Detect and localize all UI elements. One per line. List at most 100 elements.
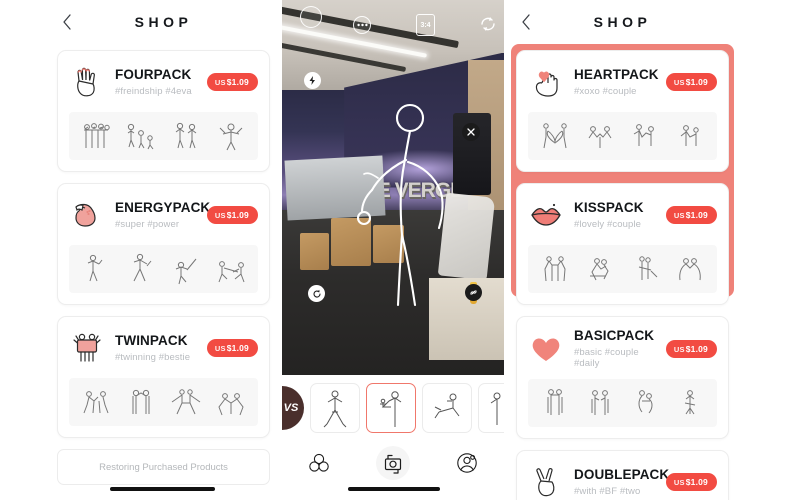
pack-header: TWINPACK #twinning #bestie US$1.09 [69, 328, 258, 368]
pack-list-right[interactable]: HEARTPACK #xoxo #couple US$1.09 KISSPACK… [504, 44, 741, 500]
carousel-thumb-0[interactable] [310, 383, 360, 433]
sticker-thumb [625, 249, 665, 289]
flash-icon [309, 76, 315, 85]
sticker-thumb [166, 116, 206, 156]
price-currency: US [673, 344, 685, 354]
app-screenshot: SHOP FOURPACK #freindship #4eva US$1.09 … [0, 0, 785, 500]
sticker-thumb [166, 382, 206, 422]
pack-tags: #with #BF #two [574, 486, 641, 498]
price-amount: $1.09 [685, 343, 708, 354]
pack-card-energypack[interactable]: ENERGYPACK #super #power US$1.09 [57, 183, 270, 305]
sticker-thumb [535, 249, 575, 289]
back-button-left[interactable] [59, 14, 75, 30]
sticker-thumb [121, 249, 161, 289]
sticker-thumb [625, 116, 665, 156]
pack-card-twinpack[interactable]: TWINPACK #twinning #bestie US$1.09 [57, 316, 270, 438]
sticker-thumb [535, 383, 575, 423]
pack-card-doublepack[interactable]: DOUBLEPACK #with #BF #two US$1.09 [516, 450, 729, 500]
rotate-camera-button[interactable] [478, 14, 498, 34]
sticker-thumb [625, 383, 665, 423]
aspect-ratio-button[interactable]: 3:4 [416, 14, 435, 36]
pack-meta: FOURPACK #freindship #4eva [115, 67, 197, 97]
sticker-preview-strip [69, 245, 258, 293]
price-currency: US [673, 78, 685, 87]
four-fingers-hand-icon [69, 63, 105, 101]
detach-sticker-button[interactable] [465, 284, 482, 301]
more-dots-icon[interactable] [300, 6, 322, 28]
back-button-right[interactable] [518, 14, 534, 30]
pose-squat-icon [323, 390, 347, 428]
pack-card-basicpack[interactable]: BASICPACK #basic #couple #daily US$1.09 [516, 316, 729, 440]
price-badge-fourpack[interactable]: US$1.09 [206, 73, 258, 91]
sticker-thumb [76, 382, 116, 422]
bottom-navigation[interactable] [282, 441, 504, 485]
sticker-thumb [211, 249, 251, 289]
price-badge-heartpack[interactable]: US$1.09 [665, 73, 717, 91]
aspect-ratio-label: 3:4 [420, 21, 431, 29]
nav-profile-button[interactable] [450, 446, 484, 480]
pack-card-kisspack[interactable]: KISSPACK #lovely #couple US$1.09 [516, 183, 729, 305]
sticker-preview-strip [528, 245, 717, 293]
price-badge-doublepack[interactable]: US$1.09 [665, 473, 717, 492]
shop-panel-right: SHOP HEARTPACK #xoxo #couple US$1.09 KIS… [504, 0, 741, 500]
pack-tags: #lovely #couple [574, 219, 641, 231]
nav-packs-button[interactable] [302, 446, 336, 480]
sticker-thumb [76, 116, 116, 156]
pack-list-left[interactable]: FOURPACK #freindship #4eva US$1.09 ENERG… [45, 44, 282, 500]
price-badge-twinpack[interactable]: US$1.09 [206, 339, 258, 357]
shop-panel-left: SHOP FOURPACK #freindship #4eva US$1.09 … [45, 0, 282, 500]
price-amount: $1.09 [226, 343, 249, 353]
packs-circles-icon [309, 453, 329, 472]
sticker-carousel[interactable]: VS [282, 375, 504, 441]
price-amount: $1.09 [226, 77, 249, 87]
detach-sticker-icon [470, 290, 477, 295]
lips-icon [528, 196, 564, 234]
pack-meta: ENERGYPACK #super #power [115, 200, 210, 230]
page-title: SHOP [593, 14, 652, 30]
scene-box-1 [330, 217, 371, 267]
price-badge-energypack[interactable]: US$1.09 [206, 206, 258, 224]
price-amount: $1.09 [685, 77, 708, 87]
camera-more-button[interactable] [353, 16, 371, 34]
price-amount: $1.09 [226, 210, 249, 220]
shop-header-left: SHOP [45, 0, 282, 44]
close-sticker-button[interactable] [462, 123, 480, 141]
sticker-thumb [535, 116, 575, 156]
pack-header: KISSPACK #lovely #couple US$1.09 [528, 195, 717, 235]
scene-box-2 [373, 225, 405, 263]
pack-meta: DOUBLEPACK #with #BF #two [574, 467, 670, 498]
twin-people-icon [69, 329, 105, 367]
nav-camera-button[interactable] [376, 446, 410, 480]
scene-desk [284, 154, 386, 221]
sticker-thumb [580, 116, 620, 156]
pack-header: FOURPACK #freindship #4eva US$1.09 [69, 62, 258, 102]
price-amount: $1.09 [685, 210, 708, 220]
carousel-thumb-1[interactable] [366, 383, 416, 433]
home-indicator-mid [348, 487, 440, 491]
sticker-thumb [211, 382, 251, 422]
price-currency: US [673, 478, 685, 488]
restore-purchases-button[interactable]: Restoring Purchased Products [57, 449, 270, 485]
sticker-thumb [211, 116, 251, 156]
page-title: SHOP [134, 14, 193, 30]
carousel-thumb-3[interactable] [478, 383, 504, 433]
pack-card-heartpack[interactable]: HEARTPACK #xoxo #couple US$1.09 [516, 50, 729, 172]
carousel-thumb-2[interactable] [422, 383, 472, 433]
pack-meta: KISSPACK #lovely #couple [574, 200, 656, 230]
carousel-badge-label: VS [283, 402, 299, 414]
pack-name: DOUBLEPACK [574, 467, 670, 483]
price-badge-kisspack[interactable]: US$1.09 [665, 206, 717, 224]
flash-button[interactable] [304, 72, 321, 89]
sticker-thumb [121, 116, 161, 156]
price-badge-basicpack[interactable]: US$1.09 [665, 339, 717, 358]
pack-card-fourpack[interactable]: FOURPACK #freindship #4eva US$1.09 [57, 50, 270, 172]
pack-name: KISSPACK [574, 199, 644, 215]
sticker-thumb [580, 383, 620, 423]
sticker-thumb [166, 249, 206, 289]
shop-header-right: SHOP [504, 0, 741, 44]
carousel-brand-badge[interactable]: VS [282, 386, 304, 430]
camera-viewfinder[interactable]: THE VERGE 3:4 [282, 0, 504, 375]
rotate-sticker-button[interactable] [308, 285, 325, 302]
pose-serving-icon [380, 391, 402, 427]
scene-box-3 [299, 232, 329, 270]
